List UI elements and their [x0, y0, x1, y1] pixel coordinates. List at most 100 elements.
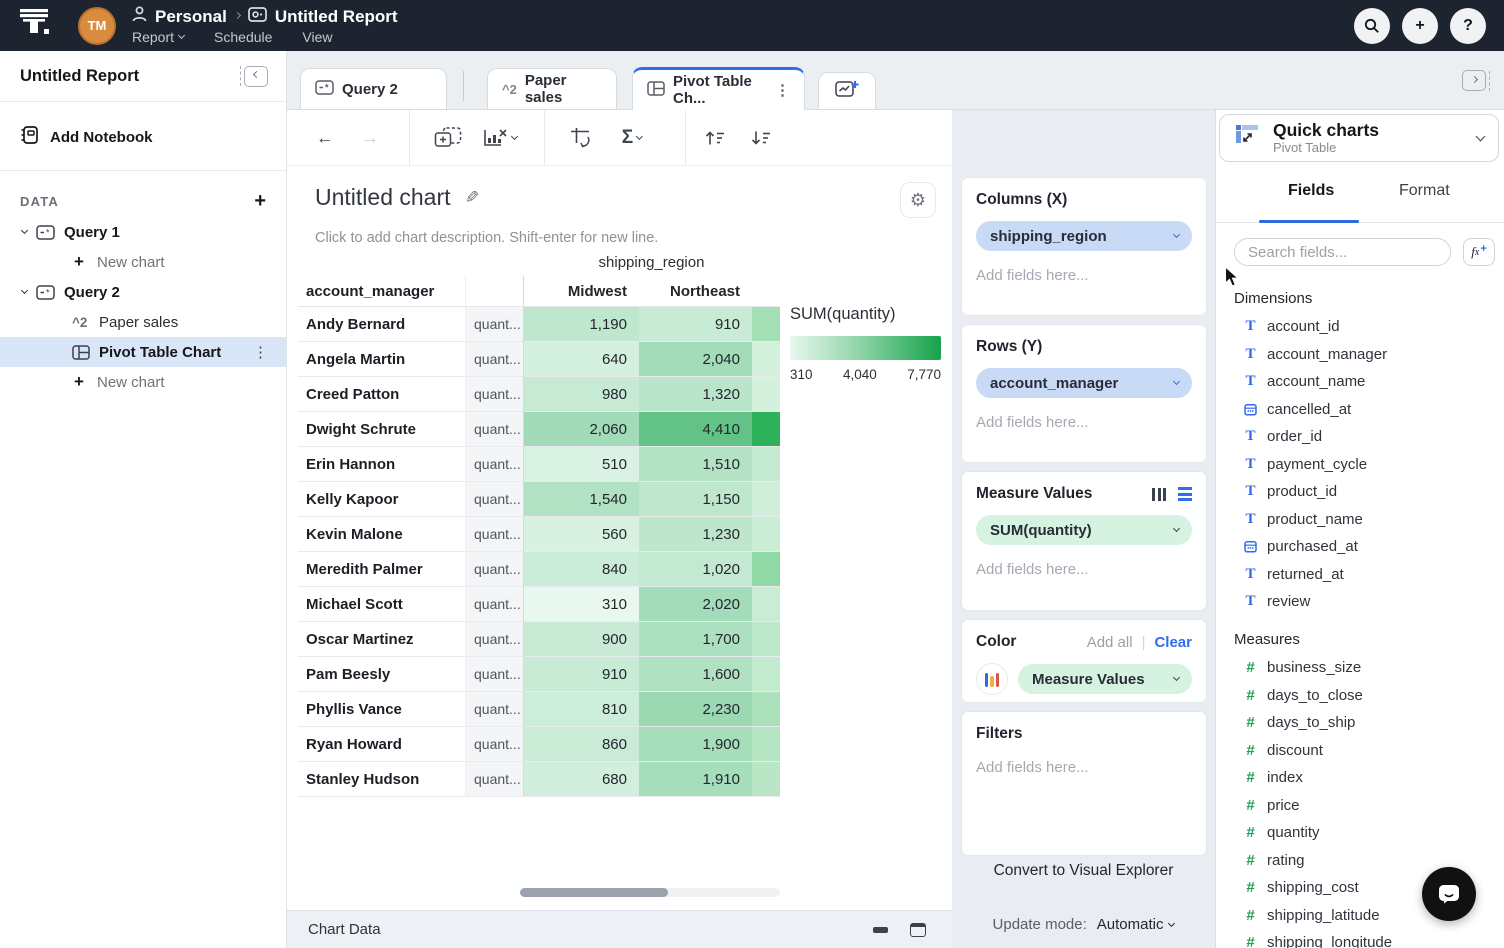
chart-data-bar[interactable]: Chart Data: [287, 910, 952, 948]
tab-format[interactable]: Format: [1399, 182, 1450, 200]
sort-descending-button[interactable]: [750, 129, 772, 146]
measure-field-price[interactable]: #price: [1216, 792, 1504, 820]
pivot-value-cell[interactable]: 1,020: [639, 552, 752, 586]
pivot-row-label[interactable]: Creed Patton: [298, 377, 466, 411]
dimension-field-account_name[interactable]: Taccount_name: [1216, 368, 1504, 396]
chart-type-selector[interactable]: Quick charts Pivot Table: [1219, 114, 1499, 162]
chart-settings-button[interactable]: ⚙: [900, 182, 936, 218]
horizontal-scrollbar[interactable]: [520, 888, 780, 897]
transpose-button[interactable]: [569, 127, 593, 149]
columns-layout-icon[interactable]: [1152, 488, 1166, 501]
scrollbar-thumb[interactable]: [520, 888, 668, 897]
pivot-row-label[interactable]: Ryan Howard: [298, 727, 466, 761]
pivot-row-label[interactable]: Stanley Hudson: [298, 762, 466, 796]
dimension-field-account_manager[interactable]: Taccount_manager: [1216, 341, 1504, 369]
add-calculated-field-button[interactable]: fx+: [1463, 238, 1495, 266]
rows-layout-icon[interactable]: [1178, 487, 1192, 501]
sidebar-item-pivot-table-chart[interactable]: Pivot Table Chart⋮: [0, 337, 286, 367]
color-palette-icon[interactable]: [976, 663, 1008, 695]
pivot-value-cell[interactable]: 1,320: [639, 377, 752, 411]
columns-field-pill[interactable]: shipping_region: [976, 221, 1192, 251]
tab-query-2[interactable]: * Query 2: [300, 68, 447, 110]
pivot-column-header[interactable]: Midwest: [523, 276, 639, 306]
sidebar-item-new-chart[interactable]: +New chart: [0, 367, 286, 397]
pivot-value-cell[interactable]: 910: [639, 307, 752, 341]
dimension-field-purchased_at[interactable]: purchased_at: [1216, 533, 1504, 561]
measure-field-index[interactable]: #index: [1216, 764, 1504, 792]
tab-fields[interactable]: Fields: [1288, 182, 1334, 200]
pivot-value-cell[interactable]: 1,910: [639, 762, 752, 796]
color-clear-link[interactable]: Clear: [1154, 634, 1192, 651]
pivot-value-cell[interactable]: 2,060: [523, 412, 639, 446]
pivot-value-cell[interactable]: 1,700: [639, 622, 752, 656]
update-mode-dropdown[interactable]: Automatic: [1097, 916, 1175, 933]
collapse-sidebar-button[interactable]: [240, 66, 268, 87]
pivot-row-label[interactable]: Michael Scott: [298, 587, 466, 621]
pivot-value-cell[interactable]: 1,190: [523, 307, 639, 341]
tab-pivot-table-chart[interactable]: Pivot Table Ch... ⋮: [632, 67, 805, 110]
pivot-value-cell[interactable]: 4,410: [639, 412, 752, 446]
pivot-value-cell[interactable]: 1,540: [523, 482, 639, 516]
color-add-all-link[interactable]: Add all: [1087, 634, 1133, 651]
menu-schedule[interactable]: Schedule: [214, 29, 272, 45]
maximize-panel-icon[interactable]: [910, 923, 926, 937]
dimension-field-product_name[interactable]: Tproduct_name: [1216, 506, 1504, 534]
sidebar-item-new-chart[interactable]: +New chart: [0, 247, 286, 277]
pivot-value-cell[interactable]: 910: [523, 657, 639, 691]
color-field-pill[interactable]: Measure Values: [1018, 664, 1192, 694]
search-fields-input[interactable]: [1248, 244, 1447, 261]
item-menu-icon[interactable]: ⋮: [253, 343, 268, 361]
chart-title[interactable]: Untitled chart: [315, 184, 451, 211]
dimension-field-review[interactable]: Treview: [1216, 588, 1504, 616]
add-data-button[interactable]: +: [254, 191, 266, 211]
pivot-value-cell[interactable]: 1,230: [639, 517, 752, 551]
dimension-field-cancelled_at[interactable]: cancelled_at: [1216, 396, 1504, 424]
pivot-column-header[interactable]: Northeast: [639, 276, 752, 306]
pivot-row-label[interactable]: Pam Beesly: [298, 657, 466, 691]
pivot-value-cell[interactable]: 680: [523, 762, 639, 796]
measure-field-shipping_longitude[interactable]: #shipping_longitude: [1216, 929, 1504, 948]
measure-field-business_size[interactable]: #business_size: [1216, 654, 1504, 682]
pivot-value-cell[interactable]: 1,150: [639, 482, 752, 516]
tab-paper-sales[interactable]: ^2 Paper sales: [487, 68, 617, 110]
pivot-row-label[interactable]: Dwight Schrute: [298, 412, 466, 446]
pivot-value-cell[interactable]: 1,900: [639, 727, 752, 761]
measure-field-quantity[interactable]: #quantity: [1216, 819, 1504, 847]
minimize-panel-icon[interactable]: [873, 927, 888, 933]
tab-menu-icon[interactable]: ⋮: [775, 81, 790, 99]
new-chart-tab-button[interactable]: [818, 72, 876, 110]
dimension-field-product_id[interactable]: Tproduct_id: [1216, 478, 1504, 506]
search-fields-box[interactable]: [1234, 238, 1451, 266]
pivot-value-cell[interactable]: 840: [523, 552, 639, 586]
app-logo-icon[interactable]: [18, 8, 54, 43]
dimension-field-payment_cycle[interactable]: Tpayment_cycle: [1216, 451, 1504, 479]
avatar[interactable]: TM: [78, 7, 116, 45]
pivot-row-label[interactable]: Erin Hannon: [298, 447, 466, 481]
pivot-row-label[interactable]: Andy Bernard: [298, 307, 466, 341]
sidebar-item-query-2[interactable]: *Query 2: [0, 277, 286, 307]
measures-add-fields-dropzone[interactable]: Add fields here...: [976, 561, 1192, 578]
measure-field-discount[interactable]: #discount: [1216, 737, 1504, 765]
pivot-value-cell[interactable]: 1,510: [639, 447, 752, 481]
breadcrumb-report-title[interactable]: Untitled Report: [275, 7, 398, 27]
measure-field-pill[interactable]: SUM(quantity): [976, 515, 1192, 545]
add-frame-button[interactable]: [435, 127, 462, 149]
pivot-value-cell[interactable]: 2,020: [639, 587, 752, 621]
remove-chart-dropdown[interactable]: [483, 128, 517, 148]
rows-field-pill[interactable]: account_manager: [976, 368, 1192, 398]
add-button[interactable]: +: [1402, 8, 1438, 44]
pivot-value-cell[interactable]: 310: [523, 587, 639, 621]
pivot-row-label[interactable]: Angela Martin: [298, 342, 466, 376]
sort-ascending-button[interactable]: [704, 129, 726, 146]
pivot-value-cell[interactable]: 810: [523, 692, 639, 726]
filters-add-fields-dropzone[interactable]: Add fields here...: [976, 759, 1192, 776]
chevron-down-icon[interactable]: [21, 287, 28, 294]
pivot-row-label[interactable]: Phyllis Vance: [298, 692, 466, 726]
pivot-value-cell[interactable]: 980: [523, 377, 639, 411]
pivot-value-cell[interactable]: 1,600: [639, 657, 752, 691]
expand-right-panel-button[interactable]: [1462, 70, 1490, 91]
edit-title-icon[interactable]: ✎: [465, 188, 479, 208]
columns-add-fields-dropzone[interactable]: Add fields here...: [976, 267, 1192, 284]
help-button[interactable]: ?: [1450, 8, 1486, 44]
chevron-down-icon[interactable]: [21, 227, 28, 234]
